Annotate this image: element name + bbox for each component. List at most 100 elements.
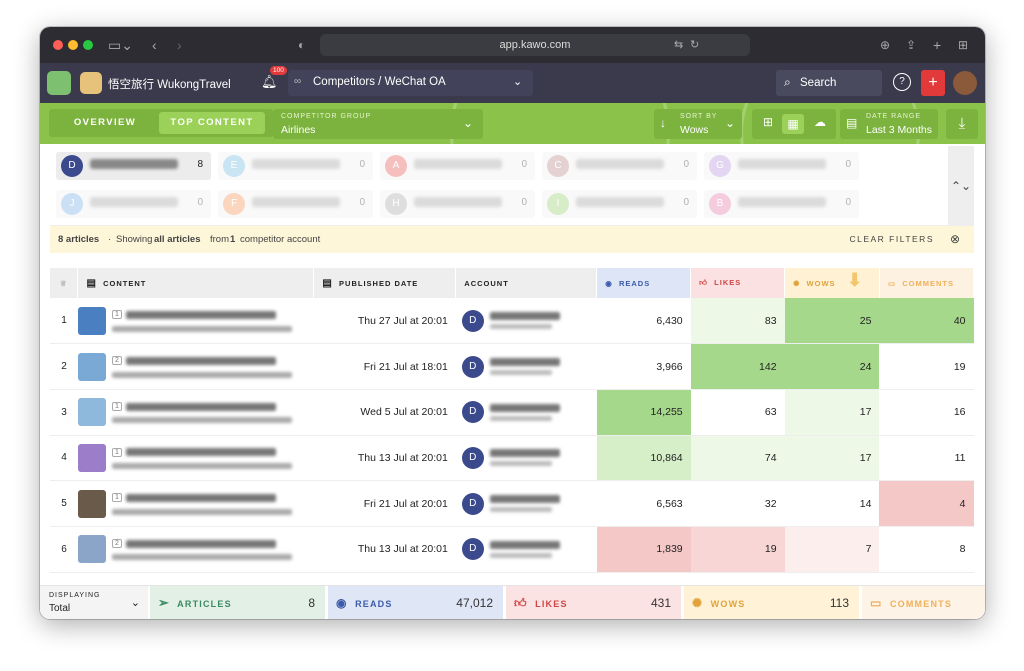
view-mode-group: ⊞ ▦ ☁ <box>752 109 836 139</box>
published-date-cell: Fri 21 Jul at 18:01 <box>313 343 456 390</box>
translate-icon[interactable]: ⇆ <box>674 36 683 54</box>
workspace-avatar[interactable] <box>80 72 102 94</box>
competitor-group-select[interactable]: COMPETITOR GROUP Airlines ⌄ <box>273 109 483 139</box>
kawo-logo[interactable] <box>47 71 71 95</box>
add-button[interactable]: + <box>921 70 945 96</box>
account-cell[interactable]: D <box>455 480 597 527</box>
download-icon[interactable]: ⊕ <box>880 36 890 54</box>
search-button[interactable]: ⌕ Search <box>776 70 882 96</box>
table-row[interactable]: 1 1 Thu 27 Jul at 20:01 D 6,430 83 25 40 <box>50 298 974 345</box>
account-cell[interactable]: D <box>455 298 597 345</box>
tab-overview[interactable]: OVERVIEW <box>49 109 161 137</box>
date-range-select[interactable]: ▤ DATE RANGE Last 3 Months <box>840 109 938 139</box>
content-cell[interactable]: 1 <box>77 298 314 345</box>
zoom-window-button[interactable] <box>83 40 93 50</box>
export-button[interactable]: ⤓ <box>946 109 978 139</box>
content-header[interactable]: ▤ CONTENT <box>77 268 315 298</box>
account-header[interactable]: ACCOUNT <box>455 268 598 298</box>
comments-cell: 40 <box>879 298 974 345</box>
chevron-down-icon: ⌄ <box>724 116 735 130</box>
published-date-cell: Thu 13 Jul at 20:01 <box>313 435 456 482</box>
chevron-down-icon: ⌄ <box>462 116 473 130</box>
sort-direction-icon[interactable]: ↓ <box>660 116 666 130</box>
bell-icon[interactable]: 🔔︎ <box>261 74 278 90</box>
sidebar-toggle-icon[interactable]: ▭⌄ <box>108 36 133 54</box>
displaying-value: Total <box>49 603 71 614</box>
address-bar[interactable]: app.kawo.com <box>320 34 750 56</box>
account-filter-chip[interactable]: D8 <box>56 152 211 180</box>
close-window-button[interactable] <box>53 40 63 50</box>
content-cell[interactable]: 2 <box>77 526 314 573</box>
close-circle-icon[interactable]: ⊗ <box>950 226 960 253</box>
likes-total-value: 431 <box>650 596 671 610</box>
reload-icon[interactable]: ↻ <box>690 36 699 54</box>
published-date-header[interactable]: ▤ PUBLISHED DATE <box>313 268 457 298</box>
account-filter-chip[interactable]: B0 <box>704 190 859 218</box>
shield-icon[interactable]: ◐ <box>298 36 305 54</box>
tab-top-content[interactable]: TOP CONTENT <box>159 112 265 134</box>
reads-cell: 10,864 <box>596 435 691 482</box>
wows-cell: 25 <box>784 298 880 345</box>
decor-arc <box>450 103 670 144</box>
article-title-blurred <box>125 493 276 502</box>
content-cell[interactable]: 1 <box>77 435 314 482</box>
account-id-blurred <box>489 507 552 513</box>
displaying-select[interactable]: DISPLAYING Total ⌄ <box>40 586 148 619</box>
forward-icon[interactable]: › <box>177 36 182 54</box>
content-cell[interactable]: 1 <box>77 389 314 436</box>
collapse-icon[interactable]: ⌃⌄ <box>948 146 974 226</box>
account-filter-chip[interactable]: A0 <box>380 152 535 180</box>
minimize-window-button[interactable] <box>68 40 78 50</box>
section-selector[interactable]: ∞ Competitors / WeChat OA ⌄ <box>288 70 533 96</box>
help-icon[interactable]: ? <box>893 73 911 91</box>
table-row[interactable]: 2 2 Fri 21 Jul at 18:01 D 3,966 142 24 19 <box>50 343 974 390</box>
back-icon[interactable]: ‹ <box>152 36 157 54</box>
account-cell[interactable]: D <box>455 389 597 436</box>
tab-overview-icon[interactable]: ⊞ <box>958 36 968 54</box>
url-text: app.kawo.com <box>499 39 571 51</box>
reads-header[interactable]: ◉ READS <box>596 268 692 298</box>
account-filter-chip[interactable]: C0 <box>542 152 697 180</box>
share-icon[interactable]: ⇪ <box>906 36 916 54</box>
search-icon: ⌕ <box>784 75 791 89</box>
content-header-label: CONTENT <box>103 278 147 288</box>
likes-header[interactable]: 👍︎ LIKES <box>690 268 786 298</box>
account-filter-chip[interactable]: J0 <box>56 190 211 218</box>
wows-header[interactable]: ✺ WOWS ⬇ <box>784 268 880 298</box>
likes-cell: 19 <box>690 526 785 573</box>
account-cell[interactable]: D <box>455 435 597 482</box>
eye-icon: ◉ <box>336 596 348 610</box>
summary-bar: DISPLAYING Total ⌄ ➢ ARTICLES 8 ◉ READS … <box>40 585 985 619</box>
user-avatar[interactable] <box>953 71 977 95</box>
account-filter-chip[interactable]: G0 <box>704 152 859 180</box>
cloud-view-icon[interactable]: ☁ <box>810 115 830 129</box>
table-row[interactable]: 4 1 Thu 13 Jul at 20:01 D 10,864 74 17 11 <box>50 435 974 482</box>
account-avatar: F <box>223 193 245 215</box>
account-cell[interactable]: D <box>455 526 597 573</box>
account-filter-chip[interactable]: I0 <box>542 190 697 218</box>
account-filter-chip[interactable]: E0 <box>218 152 373 180</box>
table-row[interactable]: 6 2 Thu 13 Jul at 20:01 D 1,839 19 7 8 <box>50 526 974 573</box>
account-name-blurred <box>738 197 826 207</box>
content-cell[interactable]: 1 <box>77 480 314 527</box>
account-filter-chip[interactable]: H0 <box>380 190 535 218</box>
wows-cell: 24 <box>784 343 880 390</box>
section-label: Competitors / WeChat OA <box>313 76 446 88</box>
view-tabs: OVERVIEW TOP CONTENT <box>49 109 273 137</box>
account-cell[interactable]: D <box>455 343 597 390</box>
table-row[interactable]: 5 1 Fri 21 Jul at 20:01 D 6,563 32 14 4 <box>50 480 974 527</box>
grid-view-icon[interactable]: ⊞ <box>758 115 778 133</box>
sort-by-select[interactable]: ↓ SORT BY Wows ⌄ <box>654 109 742 139</box>
likes-cell: 63 <box>690 389 785 436</box>
new-tab-icon[interactable]: + <box>933 36 941 54</box>
account-article-count: 0 <box>359 159 365 170</box>
clear-filters-button[interactable]: CLEAR FILTERS <box>849 226 934 253</box>
sparkle-icon: ✺ <box>793 278 801 288</box>
table-view-icon[interactable]: ▦ <box>782 114 804 134</box>
table-row[interactable]: 3 1 Wed 5 Jul at 20:01 D 14,255 63 17 16 <box>50 389 974 436</box>
content-cell[interactable]: 2 <box>77 343 314 390</box>
account-filter-chip[interactable]: F0 <box>218 190 373 218</box>
comments-header[interactable]: ▭ COMMENTS <box>879 268 975 298</box>
workspace-name[interactable]: 悟空旅行 WukongTravel <box>108 76 231 92</box>
account-avatar: B <box>709 193 731 215</box>
